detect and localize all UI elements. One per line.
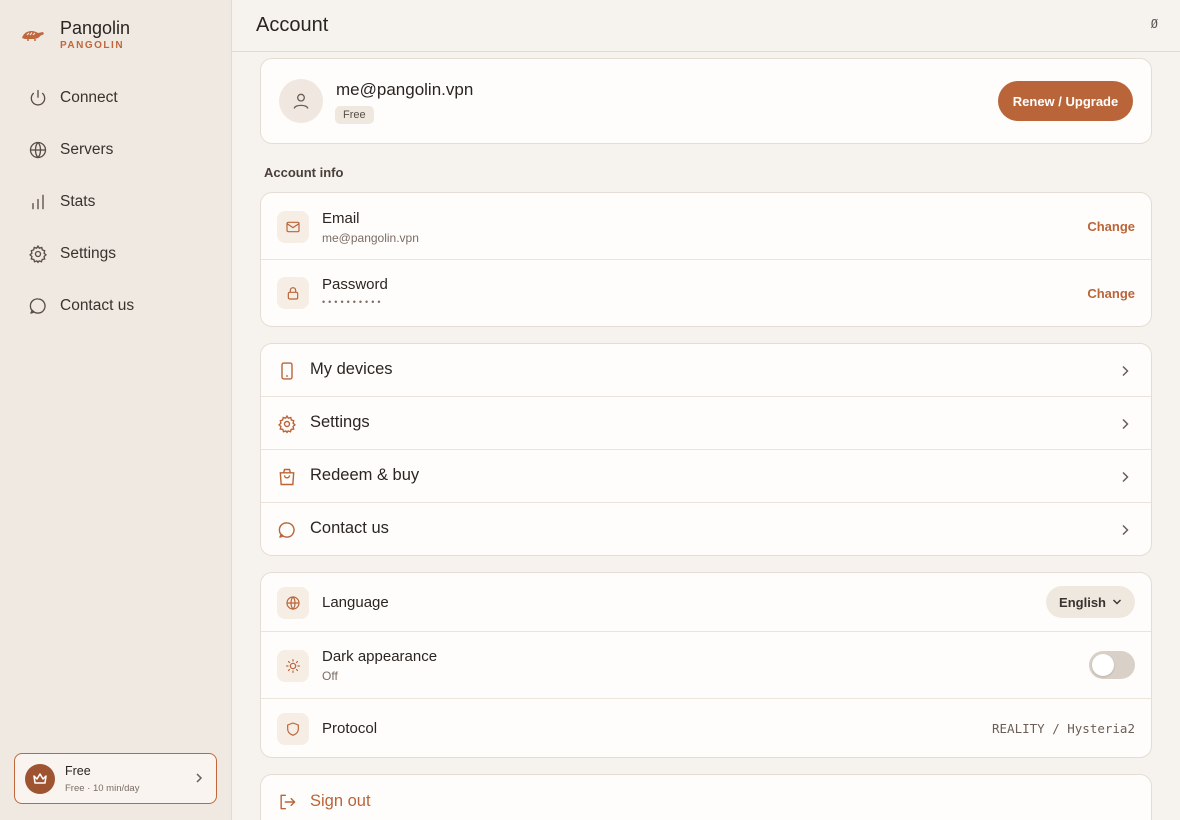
lock-icon bbox=[277, 277, 309, 309]
plan-subtitle: Free · 10 min/day bbox=[65, 782, 140, 794]
gear-icon bbox=[29, 244, 47, 264]
chevron-right-icon bbox=[1122, 524, 1129, 536]
profile-card: me@pangolin.vpn Free Renew / Upgrade bbox=[260, 58, 1152, 144]
globe-icon bbox=[29, 141, 47, 159]
list-item-label: Settings bbox=[310, 413, 370, 431]
sidebar: Pangolin PANGOLIN Connect Servers Stats bbox=[0, 0, 232, 820]
chevron-right-icon bbox=[1122, 365, 1129, 377]
sidebar-item-contact-us[interactable]: Contact us bbox=[14, 280, 218, 332]
shield-icon bbox=[277, 713, 309, 745]
mail-icon bbox=[277, 211, 309, 243]
avatar bbox=[279, 79, 323, 123]
sidebar-item-settings[interactable]: Settings bbox=[14, 228, 218, 280]
protocol-row[interactable]: Protocol REALITY / Hysteria2 bbox=[261, 699, 1151, 757]
plan-badge: Free bbox=[335, 106, 374, 124]
email-title: Email bbox=[322, 210, 360, 227]
email-row: Email me@pangolin.vpn Change bbox=[261, 193, 1151, 260]
dark-appearance-toggle[interactable] bbox=[1089, 651, 1135, 679]
sign-out-button[interactable]: Sign out bbox=[310, 792, 371, 811]
protocol-title: Protocol bbox=[322, 720, 378, 737]
sidebar-item-label: Connect bbox=[60, 89, 118, 106]
list-item-redeem-buy[interactable]: Redeem & buy bbox=[261, 450, 1151, 503]
brand[interactable]: Pangolin PANGOLIN bbox=[20, 18, 130, 51]
renew-upgrade-button[interactable]: Renew / Upgrade bbox=[998, 81, 1133, 121]
shopping-bag-icon bbox=[279, 468, 295, 486]
account-info-card: Email me@pangolin.vpn Change Password ••… bbox=[260, 192, 1152, 327]
sidebar-item-label: Servers bbox=[60, 141, 114, 158]
sign-out-icon bbox=[280, 794, 296, 810]
user-icon bbox=[293, 93, 309, 109]
list-item-label: Redeem & buy bbox=[310, 466, 420, 484]
sidebar-nav: Connect Servers Stats Settings Contact u… bbox=[14, 72, 218, 332]
chat-bubble-icon bbox=[29, 298, 46, 314]
protocol-value: REALITY / Hysteria2 bbox=[992, 721, 1135, 736]
header: Account Ø bbox=[232, 0, 1180, 52]
preferences-card: Language English Dark appearance Off Pro… bbox=[260, 572, 1152, 758]
profile-email: me@pangolin.vpn bbox=[336, 80, 474, 99]
sidebar-item-label: Stats bbox=[60, 193, 96, 210]
password-value: •••••••••• bbox=[322, 297, 384, 307]
bar-chart-icon bbox=[32, 194, 44, 210]
chevron-right-icon bbox=[196, 773, 203, 783]
crown-icon bbox=[25, 763, 55, 794]
gear-icon bbox=[278, 414, 296, 434]
language-select[interactable]: English bbox=[1046, 586, 1135, 618]
dark-appearance-value: Off bbox=[322, 669, 338, 683]
change-email-button[interactable]: Change bbox=[1087, 219, 1135, 234]
list-item-contact-us[interactable]: Contact us bbox=[261, 503, 1151, 555]
toggle-knob bbox=[1092, 654, 1114, 676]
password-row: Password •••••••••• Change bbox=[261, 260, 1151, 326]
sidebar-item-label: Contact us bbox=[60, 297, 135, 314]
list-item-label: My devices bbox=[310, 360, 393, 378]
list-item-label: Contact us bbox=[310, 519, 389, 537]
chevron-down-icon bbox=[1113, 599, 1121, 605]
brand-name: Pangolin bbox=[60, 18, 131, 38]
dark-appearance-title: Dark appearance bbox=[322, 648, 438, 665]
chevron-right-icon bbox=[1122, 418, 1129, 430]
window-control-icon[interactable]: Ø bbox=[1151, 17, 1158, 31]
power-icon bbox=[30, 89, 46, 106]
plan-title: Free bbox=[65, 763, 91, 778]
brand-subtitle: PANGOLIN bbox=[60, 40, 125, 51]
sidebar-item-label: Settings bbox=[60, 245, 117, 262]
sidebar-item-stats[interactable]: Stats bbox=[14, 176, 218, 228]
account-info-label: Account info bbox=[264, 165, 344, 180]
globe-icon bbox=[277, 587, 309, 619]
change-password-button[interactable]: Change bbox=[1087, 286, 1135, 301]
email-value: me@pangolin.vpn bbox=[322, 231, 419, 245]
language-row: Language English bbox=[261, 573, 1151, 632]
password-title: Password bbox=[322, 276, 388, 293]
chat-bubble-icon bbox=[278, 522, 295, 538]
signout-card[interactable]: Sign out bbox=[260, 774, 1152, 820]
list-item-settings[interactable]: Settings bbox=[261, 397, 1151, 450]
phone-icon bbox=[281, 362, 293, 380]
language-title: Language bbox=[322, 594, 389, 611]
dark-appearance-row: Dark appearance Off bbox=[261, 632, 1151, 699]
plan-box[interactable]: Free Free · 10 min/day bbox=[14, 753, 217, 804]
sidebar-item-servers[interactable]: Servers bbox=[14, 124, 218, 176]
sidebar-item-connect[interactable]: Connect bbox=[14, 72, 218, 124]
page-title: Account bbox=[256, 14, 329, 36]
list-item-my-devices[interactable]: My devices bbox=[261, 344, 1151, 397]
links-card: My devices Settings Redeem & buy Contact… bbox=[260, 343, 1152, 556]
language-value: English bbox=[1059, 594, 1106, 610]
sun-icon bbox=[277, 650, 309, 682]
chevron-right-icon bbox=[1122, 471, 1129, 483]
pangolin-logo-icon bbox=[22, 30, 44, 41]
